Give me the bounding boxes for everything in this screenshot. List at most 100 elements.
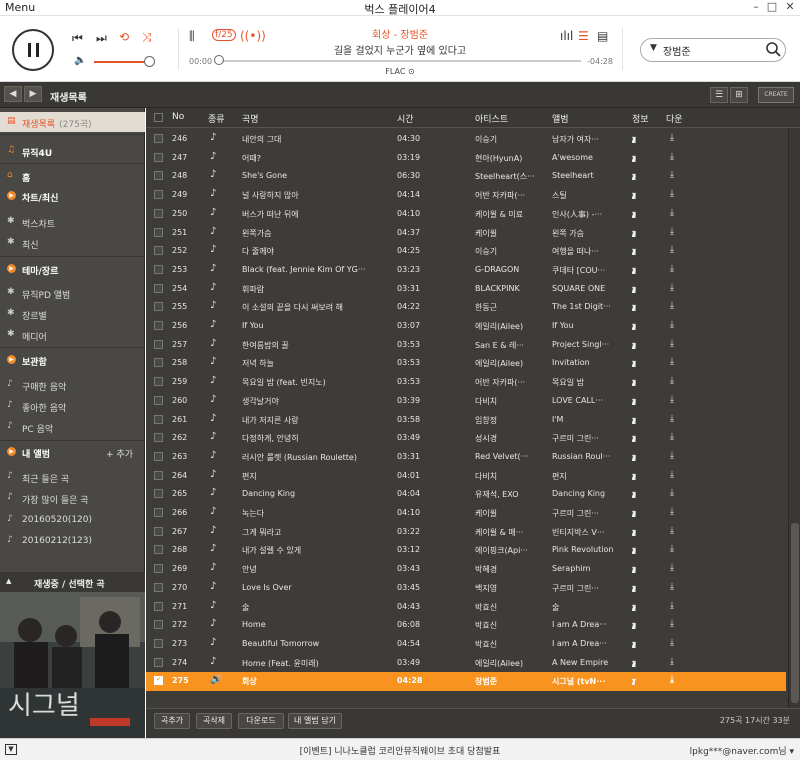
row-title[interactable]: If You [242,321,390,330]
event-notice[interactable]: [이벤트] 니나노클럽 코리안뮤직웨이브 초대 당첨발표 [0,744,800,757]
row-artist[interactable]: 에일리(Ailee) [475,321,547,332]
info-icon[interactable]: i ▾ [632,489,637,499]
table-row[interactable]: 269 ♪ 안녕 03:43 박혜경 Seraphim i ▾ ⤓ [146,560,786,579]
volume-knob[interactable] [144,56,156,67]
info-icon[interactable]: i ▾ [632,340,637,349]
row-checkbox[interactable] [154,339,163,349]
download-icon[interactable]: ⤓ [670,657,674,667]
table-row[interactable]: 254 ♪ 휘파람 03:31 BLACKPINK SQUARE ONE i ▾ ⤓ [146,280,786,299]
sidebar-item-date1[interactable]: ♪ 20160520(120) [0,510,145,530]
download-icon[interactable]: ⤓ [670,451,674,461]
table-row[interactable]: 265 ♪ Dancing King 04:04 유재석, EXO Dancing Kin… [146,485,786,504]
sidebar-item-charts[interactable]: ▶ 차트/최신 [0,186,145,206]
table-row[interactable]: 246 ♪ 내안의 그대 04:30 이승기 남자가 여자··· i ▾ ⤓ [146,130,786,149]
row-artist[interactable]: 어반 자카파(··· [475,190,547,201]
previous-icon[interactable]: ⏮ [72,31,83,46]
col-title[interactable]: 곡명 [242,112,259,125]
info-icon[interactable]: i ▾ [632,209,637,218]
row-album[interactable]: Invitation [552,358,627,367]
row-checkbox[interactable] [154,620,163,630]
row-artist[interactable]: Steelheart(스··· [475,171,547,182]
row-artist[interactable]: 다비치 [475,396,547,407]
col-kind[interactable]: 종류 [208,112,225,125]
row-checkbox[interactable] [154,582,163,592]
info-icon[interactable]: i ▾ [632,508,637,517]
table-row[interactable]: 253 ♪ Black (feat. Jennie Kim Of YG··· 03:2… [146,261,786,280]
row-checkbox[interactable] [154,302,163,312]
table-row[interactable]: 258 ♪ 저녁 하늘 03:53 에일리(Ailee) Invitation i ▾ ⤓ [146,354,786,373]
row-checkbox[interactable]: ✓ [154,676,163,686]
sidebar-item-home[interactable]: ⌂ 홈 [0,166,145,186]
add-track-button[interactable]: 곡추가 [154,713,190,729]
row-album[interactable]: Project Singl··· [552,340,627,349]
row-checkbox[interactable] [154,208,163,218]
row-album[interactable]: 구르미 그린··· [552,583,627,594]
visualizer-icon[interactable]: ılıl [560,29,573,43]
table-row[interactable]: 250 ♪ 버스가 떠난 뒤에 04:10 케이윌 & 미료 인사(人事) -··· i ▾… [146,205,786,224]
row-album[interactable]: 목요일 밤 [552,377,627,388]
row-album[interactable]: 시그널 (tvN··· [552,676,627,687]
collapse-icon[interactable]: ▲ [6,577,11,585]
download-icon[interactable]: ⤓ [670,357,674,367]
info-icon[interactable]: i ▾ [632,396,637,405]
row-title[interactable]: 어때? [242,153,390,164]
row-artist[interactable]: 이승기 [475,246,547,257]
row-checkbox[interactable] [154,545,163,555]
row-title[interactable]: 목요일 밤 (feat. 빈지노) [242,377,390,388]
row-checkbox[interactable] [154,470,163,480]
row-title[interactable]: 한여름밤의 꿀 [242,340,390,351]
row-title[interactable]: Black (feat. Jennie Kim Of YG··· [242,265,390,274]
row-title[interactable]: 왼쪽가슴 [242,228,390,239]
row-artist[interactable]: 박효신 [475,620,547,631]
row-artist[interactable]: 백지영 [475,583,547,594]
row-title[interactable]: 저녁 하늘 [242,358,390,369]
row-album[interactable]: Dancing King [552,489,627,498]
lyrics-icon[interactable]: ▤ [597,29,608,43]
progress-track[interactable] [217,60,581,62]
sidebar-item-storage[interactable]: ▶ 보관함 [0,350,145,370]
back-button[interactable]: ◀ [4,86,22,102]
row-album[interactable]: I am A Drea··· [552,620,627,629]
col-artist[interactable]: 아티스트 [475,112,508,125]
row-title[interactable]: Dancing King [242,489,390,498]
row-checkbox[interactable] [154,489,163,499]
info-icon[interactable]: i ▾ [632,302,637,312]
row-title[interactable]: Home (Feat. 윤미래) [242,658,390,669]
info-icon[interactable]: i ▾ [632,134,637,143]
row-title[interactable]: 러시안 룰렛 (Russian Roulette) [242,452,390,463]
table-row[interactable]: ✓ 275 🔊 회상 04:28 장범준 시그널 (tvN··· i ▾ ⤓ [146,672,786,691]
download-icon[interactable]: ⤓ [670,320,674,330]
row-album[interactable]: A'wesome [552,153,627,162]
row-artist[interactable]: Red Velvet(··· [475,452,547,461]
info-icon[interactable]: i ▾ [632,321,637,330]
row-checkbox[interactable] [154,564,163,574]
table-row[interactable]: 248 ♪ She's Gone 06:30 Steelheart(스··· Steelh… [146,167,786,186]
row-artist[interactable]: 박효신 [475,639,547,650]
row-artist[interactable]: G-DRAGON [475,265,547,274]
info-icon[interactable]: i ▾ [632,228,637,237]
info-icon[interactable]: i ▾ [632,471,637,480]
info-icon[interactable]: i ▾ [632,545,637,555]
user-account[interactable]: lpkg***@naver.com님 ▾ [690,744,794,757]
row-album[interactable]: 남자가 여자··· [552,134,627,145]
pause-button[interactable] [12,29,54,71]
table-row[interactable]: 271 ♪ 술 04:43 박효신 술 i ▾ ⤓ [146,598,786,617]
table-row[interactable]: 252 ♪ 다 줄께야 04:25 이승기 여행을 떠나··· i ▾ ⤓ [146,242,786,261]
info-icon[interactable]: i ▾ [632,527,637,536]
sidebar-item-musicpd[interactable]: ✱ 뮤직PD 앨범 [0,283,145,303]
row-title[interactable]: 그게 뭐라고 [242,527,390,538]
download-icon[interactable]: ⤓ [670,133,674,143]
sidebar-item-purchased[interactable]: ♪ 구매한 음악 [0,375,145,395]
search-icon[interactable] [765,41,781,57]
table-row[interactable]: 262 ♪ 다정하게, 안녕히 03:49 성시경 구르미 그린··· i ▾ ⤓ [146,429,786,448]
create-button[interactable]: CREATE [758,87,794,103]
row-checkbox[interactable] [154,171,163,181]
row-artist[interactable]: 케이윌 & 미료 [475,209,547,220]
col-no[interactable]: No [172,112,184,122]
scrollbar[interactable] [788,128,800,708]
col-time[interactable]: 시간 [397,112,414,125]
row-album[interactable]: 여행을 떠나··· [552,246,627,257]
effect-icon[interactable]: f/25 [212,29,236,41]
row-album[interactable]: 술 [552,602,627,613]
table-row[interactable]: 257 ♪ 한여름밤의 꿀 03:53 San E & 레··· Project Sing… [146,336,786,355]
